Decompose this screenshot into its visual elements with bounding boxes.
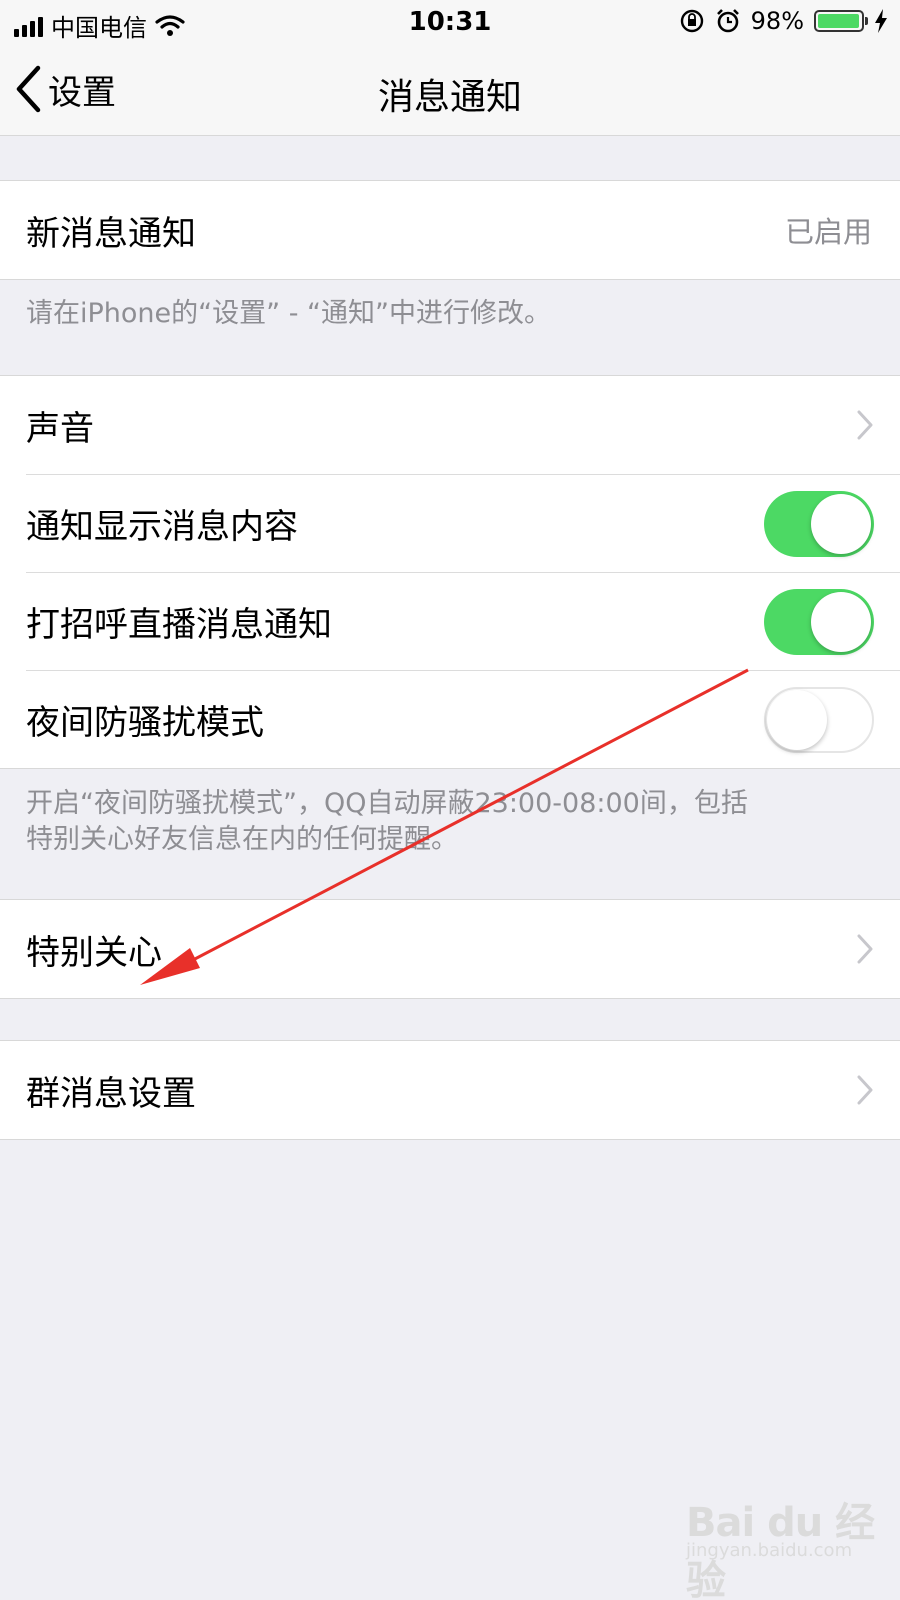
special-care-group: 特别关心 — [0, 899, 900, 999]
watermark-url: jingyan.baidu.com — [686, 1540, 853, 1561]
greeting-live-row: 打招呼直播消息通知 — [0, 572, 900, 670]
charging-icon — [875, 9, 887, 33]
greeting-live-toggle[interactable] — [764, 589, 874, 655]
special-care-row[interactable]: 特别关心 — [0, 900, 900, 998]
new-message-note: 请在iPhone的“设置” - “通知”中进行修改。 — [26, 298, 551, 329]
night-mode-label: 夜间防骚扰模式 — [26, 702, 264, 743]
settings-group: 声音 通知显示消息内容 打招呼直播消息通知 夜间防骚扰模式 — [0, 375, 900, 769]
navigation-bar: 设置 消息通知 — [0, 44, 900, 136]
night-mode-note-line2: 特别关心好友信息在内的任何提醒。 — [26, 824, 458, 855]
show-content-label: 通知显示消息内容 — [26, 506, 298, 547]
battery-percent: 98% — [750, 7, 804, 35]
group-settings-row[interactable]: 群消息设置 — [0, 1041, 900, 1139]
page-title: 消息通知 — [377, 77, 522, 118]
sound-label: 声音 — [26, 408, 94, 449]
new-message-label: 新消息通知 — [26, 213, 196, 254]
night-mode-toggle[interactable] — [764, 687, 874, 753]
status-bar: 中国电信 10:31 98% — [0, 0, 900, 44]
show-content-toggle[interactable] — [764, 491, 874, 557]
night-mode-note-line1: 开启“夜间防骚扰模式”，QQ自动屏蔽23:00-08:00间，包括 — [26, 788, 748, 819]
night-mode-note: 开启“夜间防骚扰模式”，QQ自动屏蔽23:00-08:00间，包括 特别关心好友… — [26, 786, 876, 858]
alarm-icon — [716, 9, 739, 33]
battery-icon — [814, 10, 868, 32]
group-settings-group: 群消息设置 — [0, 1040, 900, 1140]
chevron-right-icon — [857, 410, 873, 440]
status-right: 98% — [679, 7, 888, 35]
orientation-lock-icon — [680, 9, 703, 33]
group-settings-label: 群消息设置 — [26, 1073, 196, 1114]
greeting-live-label: 打招呼直播消息通知 — [26, 604, 332, 645]
night-mode-row: 夜间防骚扰模式 — [0, 670, 900, 768]
chevron-right-icon — [857, 1075, 873, 1105]
new-message-group: 新消息通知 已启用 — [0, 180, 900, 280]
special-care-label: 特别关心 — [26, 932, 162, 973]
show-content-row: 通知显示消息内容 — [0, 474, 900, 572]
baidu-jingyan-watermark: Bai du 经验 jingyan.baidu.com — [686, 1490, 886, 1600]
chevron-right-icon — [857, 934, 873, 964]
new-message-row: 新消息通知 已启用 — [0, 181, 900, 279]
new-message-status: 已启用 — [784, 215, 872, 249]
sound-row[interactable]: 声音 — [0, 376, 900, 474]
